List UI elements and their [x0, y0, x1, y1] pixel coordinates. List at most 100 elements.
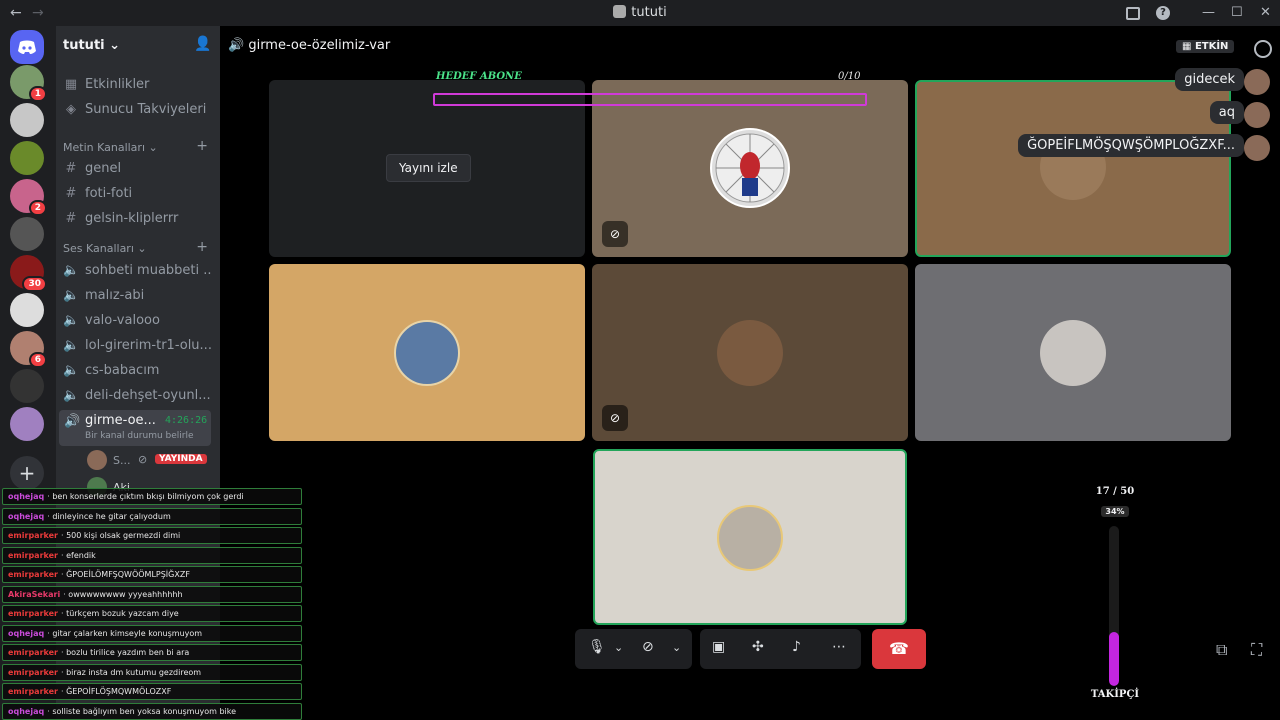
server-icon[interactable]	[10, 141, 44, 175]
maximize-button[interactable]: ☐	[1231, 5, 1243, 20]
add-text-channel-icon[interactable]: +	[196, 138, 208, 154]
chat-message: emirparker · ĞPOEİLÖMFŞQWÖÖMLPŞİĞXZF	[2, 566, 302, 583]
microphone-icon[interactable]: 🎙	[588, 639, 606, 655]
server-icon[interactable]	[10, 369, 44, 403]
chat-text: ĞEPOİFLÖŞMQWMÖLOZXF	[66, 687, 172, 696]
pop-out-icon[interactable]: ⧉	[1216, 640, 1227, 660]
event-button[interactable]: ▦ ETKİN	[1176, 40, 1235, 53]
active-voice-channel[interactable]: 🔊 girme-oe... 4:26:26 Bir kanal durumu b…	[59, 410, 211, 446]
chat-message: emirparker · bozlu tirilice yazdım ben bi…	[2, 644, 302, 661]
chat-message: oqhejaq · ben konserlerde çıktım bkışı bi…	[2, 488, 302, 505]
channel-name: foti-foti	[85, 186, 133, 201]
server-icon[interactable]: 1	[10, 65, 47, 102]
text-category[interactable]: Metin Kanalları ⌄	[63, 141, 158, 154]
participant-tile[interactable]	[915, 264, 1231, 441]
voice-channel-item[interactable]: 🔈 deli-dehşet-oyunl...	[63, 388, 211, 403]
participant-tile[interactable]	[269, 264, 585, 441]
voice-user-name[interactable]: S...	[113, 454, 130, 467]
server-icon[interactable]	[10, 407, 44, 441]
watch-stream-button[interactable]: Yayını izle	[386, 154, 471, 182]
channel-header: 🔊 girme-oe-özelimiz-var	[228, 38, 390, 53]
hashtag-icon: #	[65, 186, 77, 201]
add-server-icon[interactable]: +	[10, 456, 44, 490]
follower-goal-label: TAKİPÇİ	[1090, 689, 1140, 700]
chat-message: oqhejaq · gitar çalarken kimseyle konuşmu…	[2, 624, 302, 642]
goal-progress-bar	[433, 93, 867, 106]
chat-username: oqhejaq	[8, 628, 45, 638]
call-controls: 🎙 ⌄ ⊘ ⌄ ▣ ✣ ♪ ⋯ ☎	[575, 629, 926, 669]
text-channel-item[interactable]: # gelsin-kliplerrr	[63, 211, 211, 226]
chevron-down-icon: ⌄	[109, 38, 121, 53]
chat-username: emirparker	[8, 687, 58, 696]
chevron-down-icon[interactable]: ⌄	[672, 641, 681, 654]
follower-goal-widget: 17 / 50 34% TAKİPÇİ	[1085, 486, 1145, 706]
stream-tile[interactable]: Yayını izle	[269, 80, 585, 257]
chevron-down-icon[interactable]: ⌄	[614, 641, 623, 654]
voice-channel-item[interactable]: 🔈 malız-abi	[63, 288, 211, 303]
chat-username: emirparker	[8, 531, 58, 540]
boosts-item[interactable]: ◈ Sunucu Takviyeleri	[63, 102, 211, 117]
screen-share-icon[interactable]: ▣	[712, 639, 725, 655]
speaker-icon: 🔊	[228, 38, 245, 53]
disconnect-button[interactable]: ☎	[872, 629, 926, 669]
minimize-button[interactable]: —	[1202, 5, 1215, 20]
voice-channel-item[interactable]: 🔈 valo-valooo	[63, 313, 211, 328]
app-icon	[613, 5, 627, 18]
mention-badge: 6	[28, 352, 47, 368]
server-icon[interactable]: 6	[10, 331, 47, 368]
server-name-button[interactable]: tututi ⌄	[63, 38, 120, 53]
mention-badge: 30	[22, 276, 47, 292]
voice-channel-item[interactable]: 🔈 lol-girerim-tr1-olu...	[63, 338, 211, 353]
participant-tile-speaking[interactable]	[593, 449, 907, 625]
channel-name: genel	[85, 161, 122, 176]
chat-username: emirparker	[8, 570, 58, 579]
speaker-icon: 🔈	[63, 388, 80, 403]
speaker-icon: 🔈	[63, 263, 80, 278]
server-icon[interactable]: 30	[10, 255, 47, 292]
activities-icon[interactable]: ✣	[752, 639, 764, 655]
avatar	[394, 320, 460, 386]
text-channel-item[interactable]: # genel	[63, 161, 211, 176]
events-item[interactable]: ▦ Etkinlikler	[63, 77, 211, 92]
window-title: tututi	[0, 5, 1280, 20]
participant-tile[interactable]: ⊘	[592, 80, 908, 257]
chat-text: türkçem bozuk yazcam diye	[66, 609, 179, 618]
help-icon[interactable]: ?	[1156, 6, 1170, 20]
close-button[interactable]: ✕	[1260, 5, 1271, 20]
stream-chat-overlay: oqhejaq · ben konserlerde çıktım bkışı bi…	[0, 488, 304, 720]
channel-name: cs-babacım	[85, 363, 160, 378]
follower-count: 17 / 50	[1095, 486, 1135, 497]
server-icon[interactable]: 2	[10, 179, 47, 216]
spiderman-avatar-icon	[715, 133, 785, 203]
invite-people-icon[interactable]: 👤	[194, 36, 211, 52]
avatar	[710, 128, 790, 208]
channel-name: valo-valooo	[85, 313, 160, 328]
soundboard-icon[interactable]: ♪	[792, 639, 801, 655]
server-icon[interactable]	[10, 293, 44, 327]
chat-message: emirparker · ĞEPOİFLÖŞMQWMÖLOZXF	[2, 683, 302, 700]
hashtag-icon: #	[65, 211, 77, 226]
chat-message: emirparker · efendik	[2, 546, 302, 564]
text-channel-item[interactable]: # foti-foti	[63, 186, 211, 201]
inbox-icon[interactable]	[1126, 7, 1140, 20]
server-icon[interactable]	[10, 103, 44, 137]
participant-tile-speaking[interactable]	[915, 80, 1231, 257]
channel-status[interactable]: Bir kanal durumu belirle	[85, 431, 194, 441]
voice-channel-item[interactable]: 🔈 sohbeti muabbeti ...	[63, 263, 211, 278]
camera-off-icon[interactable]: ⊘	[642, 639, 654, 655]
discord-logo-icon	[18, 40, 36, 54]
participant-tile[interactable]: ⊘	[592, 264, 908, 441]
add-voice-channel-icon[interactable]: +	[196, 239, 208, 255]
more-options-icon[interactable]: ⋯	[832, 639, 846, 655]
channel-title: girme-oe-özelimiz-var	[248, 38, 391, 53]
server-icon[interactable]	[10, 217, 44, 251]
fullscreen-icon[interactable]: ⛶	[1251, 640, 1262, 660]
discord-home-icon[interactable]	[10, 30, 44, 64]
chat-message: emirparker · biraz insta dm kutumu gezdir…	[2, 663, 302, 681]
follower-percent: 34%	[1101, 506, 1129, 517]
voice-channel-item[interactable]: 🔈 cs-babacım	[63, 363, 211, 378]
activity-icon[interactable]	[1254, 40, 1272, 58]
voice-category-label: Ses Kanalları	[63, 242, 134, 255]
muted-mic-icon: ⊘	[602, 405, 628, 431]
voice-category[interactable]: Ses Kanalları ⌄	[63, 242, 147, 255]
